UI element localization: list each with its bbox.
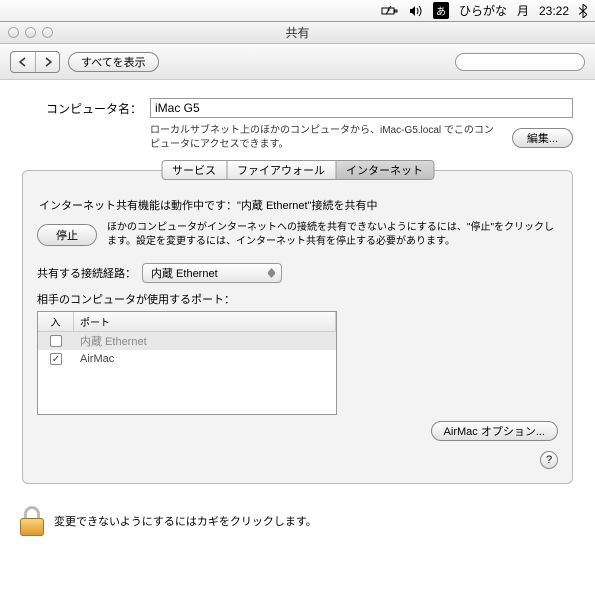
share-from-label: 共有する接続経路： xyxy=(37,265,136,281)
forward-button[interactable] xyxy=(35,52,59,72)
stop-desc: ほかのコンピュータがインターネットへの接続を共有できないようにするには、"停止"… xyxy=(107,221,558,249)
search-field[interactable] xyxy=(455,53,585,71)
toolbar: すべてを表示 xyxy=(0,44,595,80)
clock-time[interactable]: 23:22 xyxy=(539,4,569,18)
search-input[interactable] xyxy=(460,56,595,68)
tab-services[interactable]: サービス xyxy=(161,160,227,180)
ports-header-name[interactable]: ポート xyxy=(74,312,336,331)
port-checkbox[interactable] xyxy=(50,335,62,347)
bluetooth-icon[interactable] xyxy=(579,4,587,18)
close-button[interactable] xyxy=(8,27,19,38)
ports-header: 入 ポート xyxy=(38,312,336,332)
tab-firewall[interactable]: ファイアウォール xyxy=(227,160,336,180)
share-from-select[interactable]: 内蔵 Ethernet xyxy=(142,263,282,283)
edit-button[interactable]: 編集... xyxy=(512,128,573,148)
back-button[interactable] xyxy=(11,52,35,72)
ports-body: 内蔵 Ethernet ✓ AirMac xyxy=(38,332,336,414)
ports-header-on[interactable]: 入 xyxy=(38,312,74,331)
menubar: あ ひらがな 月 23:22 xyxy=(0,0,595,22)
titlebar: 共有 xyxy=(0,22,595,44)
port-name: 内蔵 Ethernet xyxy=(74,333,336,349)
lock-text: 変更できないようにするにはカギをクリックします。 xyxy=(54,513,317,529)
clock-day[interactable]: 月 xyxy=(517,2,529,19)
lock-icon[interactable] xyxy=(20,506,46,536)
help-button[interactable]: ? xyxy=(540,451,558,469)
port-row[interactable]: ✓ AirMac xyxy=(38,350,336,368)
show-all-button[interactable]: すべてを表示 xyxy=(68,52,159,72)
sharing-panel: サービス ファイアウォール インターネット インターネット共有機能は動作中です：… xyxy=(22,170,573,484)
ime-label[interactable]: ひらがな xyxy=(459,2,507,19)
computer-name-input[interactable] xyxy=(150,98,573,118)
ports-label: 相手のコンピュータが使用するポート： xyxy=(37,291,558,307)
charging-icon[interactable] xyxy=(381,5,399,17)
nav-back-forward xyxy=(10,51,60,73)
share-from-value: 内蔵 Ethernet xyxy=(151,265,218,281)
internet-sharing-status: インターネット共有機能は動作中です："内蔵 Ethernet"接続を共有中 xyxy=(39,197,558,213)
volume-icon[interactable] xyxy=(409,5,423,17)
traffic-lights xyxy=(8,27,53,38)
ime-badge[interactable]: あ xyxy=(433,2,449,19)
port-name: AirMac xyxy=(74,353,336,365)
ports-list: 入 ポート 内蔵 Ethernet ✓ AirMac xyxy=(37,311,337,415)
computer-name-label: コンピュータ名： xyxy=(22,100,142,117)
tabs: サービス ファイアウォール インターネット xyxy=(161,160,434,180)
tab-internet[interactable]: インターネット xyxy=(336,160,434,180)
window-title: 共有 xyxy=(285,24,309,41)
stop-button[interactable]: 停止 xyxy=(37,224,97,246)
port-checkbox[interactable]: ✓ xyxy=(50,353,62,365)
airmac-options-button[interactable]: AirMac オプション... xyxy=(431,421,558,441)
minimize-button[interactable] xyxy=(25,27,36,38)
computer-name-desc: ローカルサブネット上のほかのコンピュータから、iMac-G5.local でこの… xyxy=(150,124,502,152)
port-row[interactable]: 内蔵 Ethernet xyxy=(38,332,336,350)
zoom-button[interactable] xyxy=(42,27,53,38)
lock-row: 変更できないようにするにはカギをクリックします。 xyxy=(0,494,595,548)
